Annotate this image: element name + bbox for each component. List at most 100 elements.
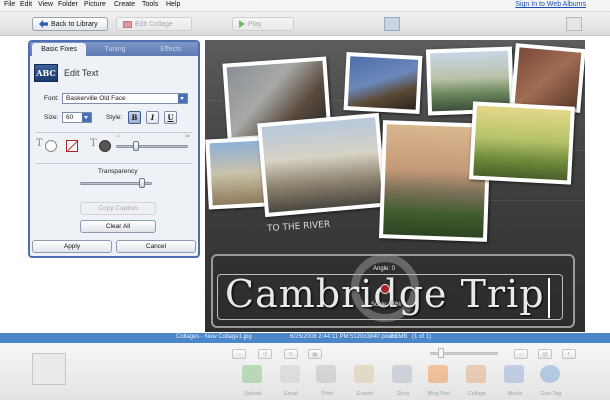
size-label: Size: [44,114,59,121]
collage-photo-trees[interactable] [469,101,575,185]
upload-icon [242,365,262,383]
export-label: Export [357,391,373,397]
rotate-left-icon[interactable]: ↺ [258,349,272,359]
bottom-bar: ▭ ↺ ↻ ▣ ▭ ▤ ◐ Upload Email Print Export … [0,343,610,400]
collage-photo-lamp[interactable] [343,52,423,114]
underline-button[interactable]: U [164,111,177,124]
collage-icon [466,365,486,383]
globe-icon [540,365,560,383]
copy-caption-button[interactable]: Copy Caption [80,202,156,215]
blogthis-label: BlogThis! [427,391,451,397]
menu-bar: File Edit View Folder Picture Create Too… [0,0,610,12]
cancel-button[interactable]: Cancel [116,240,196,253]
chevron-down-icon [178,94,187,103]
movie-button[interactable]: Movie [500,365,530,399]
window-options-button[interactable] [566,17,582,31]
outline-color-icon: T [90,138,97,149]
movie-label: Movie [507,391,523,397]
status-bar: Collages - New Collage1.jpg 6/25/2008 2:… [0,333,610,343]
zoom-slider-thumb[interactable] [438,348,444,358]
italic-button[interactable]: I [146,111,159,124]
angle-readout: Angle: 0 [373,266,396,272]
chevron-down-icon [82,113,91,122]
blogger-icon [428,365,448,383]
back-to-library-button[interactable]: Back to Library [32,17,108,31]
play-button[interactable]: Play [232,17,294,31]
edit-collage-button[interactable]: Edit Collage [116,17,192,31]
status-position: (1 of 1) [412,334,432,340]
back-to-library-label: Back to Library [51,20,98,28]
tray-toggle-icon[interactable]: ▭ [232,349,246,359]
tab-tuning[interactable]: Tuning [88,43,142,56]
menu-view[interactable]: View [38,1,53,8]
font-value: Baskerville Old Face [66,95,126,102]
photo-image [473,105,571,181]
blogthis-button[interactable]: BlogThis! [424,365,454,399]
edit-text-icon: ABC [34,64,58,82]
tab-basic-fixes[interactable]: Basic Fixes [32,43,86,56]
tab-effects[interactable]: Effects [144,43,198,56]
scale-readout: Scale: 99% [371,302,402,308]
toolbar: Back to Library Edit Collage Play [0,12,610,36]
status-size: 3.5MB [390,334,408,340]
actual-size-icon[interactable]: ▤ [538,349,552,359]
menu-tools[interactable]: Tools [142,1,158,8]
geotag-label: Geo-Tag [540,391,562,397]
play-icon [239,20,245,28]
collage-icon [123,20,132,28]
collage-canvas[interactable]: TO THE RIVER Cambridge Trip Angle: 0 Sca… [205,40,585,332]
font-dropdown[interactable]: Baskerville Old Face [62,93,188,104]
print-label: Print [321,391,333,397]
collage-photo-college[interactable] [257,112,387,218]
outline-slider-thumb[interactable] [133,141,139,151]
email-icon [280,365,300,383]
menu-help[interactable]: Help [166,1,180,8]
picture-tray-thumbnail[interactable] [32,353,66,385]
slideshow-icon[interactable]: ▣ [308,349,322,359]
menu-edit[interactable]: Edit [20,1,32,8]
rotate-center-icon[interactable] [380,284,390,294]
play-label: Play [248,20,262,28]
divider [36,132,192,133]
outline-max-label: 10 [185,133,190,138]
clear-all-button[interactable]: Clear All [80,220,156,233]
color-options-icon[interactable]: ◐ [562,349,576,359]
shop-label: Shop [396,391,410,397]
print-button[interactable]: Print [312,365,342,399]
sign-in-link[interactable]: Sign In to Web Albums [515,1,586,8]
collage-share-button[interactable]: Collage [462,365,492,399]
no-fill-icon[interactable] [66,140,78,152]
export-icon [354,365,374,383]
outline-color-swatch[interactable] [99,140,111,152]
panel-title: Edit Text [64,68,99,78]
bold-button[interactable]: B [128,111,141,124]
print-icon [316,365,336,383]
transparency-slider-thumb[interactable] [139,178,145,188]
menu-file[interactable]: File [4,1,15,8]
menu-folder[interactable]: Folder [58,1,78,8]
style-label: Style: [106,114,123,121]
collage-label: Collage [467,391,487,397]
email-button[interactable]: Email [276,365,306,399]
rotate-right-icon[interactable]: ↻ [284,349,298,359]
export-button[interactable]: Export [350,365,380,399]
divider [36,163,192,164]
collage-photo-library[interactable] [510,43,585,113]
edit-panel: Basic Fixes Tuning Effects ABC Edit Text… [28,40,200,258]
view-toggle-button[interactable] [384,17,400,31]
outline-slider-track[interactable] [116,145,188,148]
menu-picture[interactable]: Picture [84,1,106,8]
text-cursor [548,278,550,318]
upload-button[interactable]: Upload [238,365,268,399]
menu-create[interactable]: Create [114,1,135,8]
panel-tabs: Basic Fixes Tuning Effects [30,42,198,56]
photo-image [347,56,419,110]
apply-button[interactable]: Apply [32,240,112,253]
text-color-swatch[interactable] [45,140,57,152]
size-dropdown[interactable]: 60 [62,112,92,123]
geotag-button[interactable]: Geo-Tag [536,365,566,399]
caption-text[interactable]: Cambridge Trip [225,272,545,316]
shop-button[interactable]: Shop [388,365,418,399]
fit-view-icon[interactable]: ▭ [514,349,528,359]
photo-image [209,140,265,206]
